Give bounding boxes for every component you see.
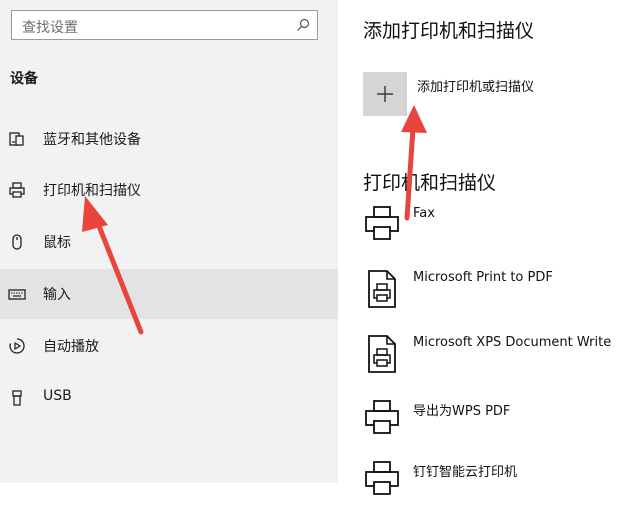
add-printer-button[interactable] (363, 72, 407, 116)
device-item-fax[interactable]: Fax (363, 205, 620, 255)
printer-icon (9, 182, 25, 198)
section-subtitle: 打印机和扫描仪 (363, 172, 497, 194)
device-name: 导出为WPS PDF (413, 404, 511, 419)
keyboard-icon (8, 289, 26, 300)
pdf-printer-icon (368, 335, 396, 373)
autoplay-icon (9, 338, 25, 354)
add-printer-label[interactable]: 添加打印机或扫描仪 (417, 76, 534, 95)
search-icon[interactable] (295, 17, 311, 33)
bluetooth-devices-icon (9, 132, 24, 146)
page-title: 添加打印机和扫描仪 (363, 20, 535, 42)
device-item-ms-print-pdf[interactable]: Microsoft Print to PDF (363, 269, 620, 319)
device-name: Microsoft Print to PDF (413, 270, 553, 285)
pdf-printer-icon (368, 270, 396, 308)
device-name: 钉钉智能云打印机 (413, 465, 518, 480)
sidebar-item-label: 自动播放 (43, 339, 99, 355)
sidebar-item-bluetooth[interactable]: 蓝牙和其他设备 (0, 114, 338, 164)
mouse-icon (12, 234, 22, 250)
device-item-dingtalk[interactable]: 钉钉智能云打印机 (363, 460, 620, 510)
sidebar-item-printers[interactable]: 打印机和扫描仪 (0, 165, 338, 215)
sidebar-item-label: 输入 (43, 287, 71, 303)
printer-icon (365, 400, 399, 434)
device-item-ms-xps[interactable]: Microsoft XPS Document Write (363, 334, 620, 384)
sidebar-item-label: 打印机和扫描仪 (43, 183, 141, 199)
device-name: Fax (413, 206, 435, 221)
main-content: 添加打印机和扫描仪 添加打印机或扫描仪 打印机和扫描仪 Fax Microsof… (338, 0, 620, 495)
printer-icon (365, 461, 399, 495)
sidebar-item-mouse[interactable]: 鼠标 (0, 217, 338, 267)
search-input[interactable]: 查找设置 (22, 17, 78, 37)
sidebar-item-usb[interactable]: USB (0, 373, 338, 423)
device-item-wps-pdf[interactable]: 导出为WPS PDF (363, 399, 620, 449)
sidebar-item-label: 鼠标 (43, 235, 71, 251)
search-box[interactable]: 查找设置 (11, 10, 318, 40)
sidebar-item-input[interactable]: 输入 (0, 269, 338, 319)
section-title: 设备 (10, 71, 38, 87)
plus-icon (377, 86, 393, 102)
device-name: Microsoft XPS Document Write (413, 335, 612, 350)
sidebar-item-label: 蓝牙和其他设备 (43, 132, 141, 148)
sidebar-item-label: USB (43, 388, 72, 404)
usb-icon (12, 390, 22, 406)
printer-icon (365, 206, 399, 240)
sidebar: 查找设置 设备 蓝牙和其他设备 打印机和扫描仪 鼠标 输入 自动播放 USB (0, 0, 338, 483)
sidebar-item-autoplay[interactable]: 自动播放 (0, 321, 338, 371)
